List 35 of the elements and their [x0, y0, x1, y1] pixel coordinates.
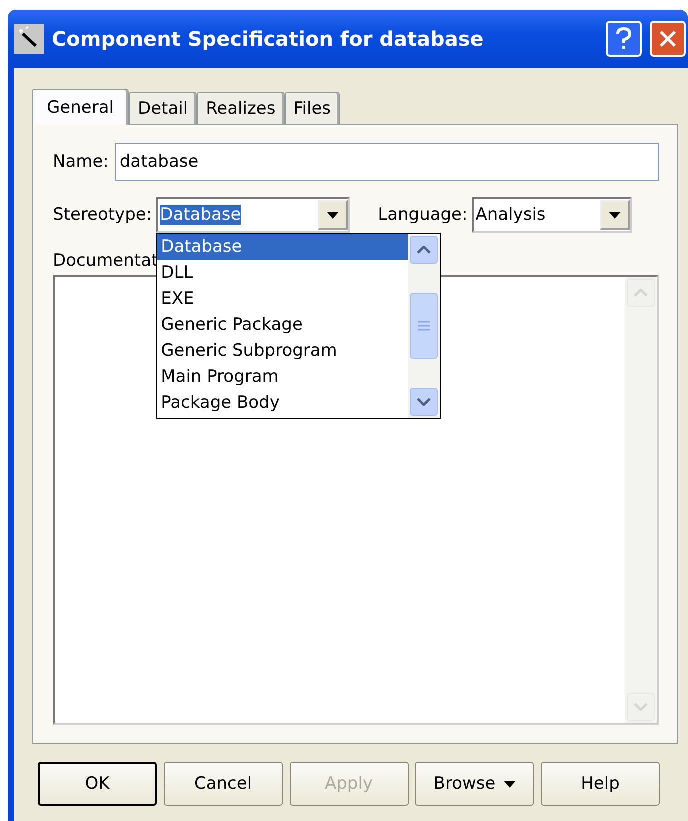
name-label: Name:: [53, 152, 109, 172]
language-value: Analysis: [476, 205, 547, 225]
window-title: Component Specification for database: [52, 27, 485, 51]
tab[interactable]: Detail: [129, 92, 198, 124]
scroll-up-button[interactable]: [410, 236, 438, 264]
caret-icon: [634, 289, 648, 297]
language-label: Language:: [378, 205, 468, 225]
caret-icon: [634, 703, 648, 711]
grip-icon: [418, 321, 430, 331]
stereotype-dropdown[interactable]: Database: [156, 197, 350, 233]
list-option[interactable]: Database: [157, 234, 408, 260]
caret-icon: [417, 246, 432, 254]
language-dropdown[interactable]: Analysis: [472, 197, 632, 233]
dialog-button[interactable]: Cancel: [164, 762, 283, 806]
scroll-thumb[interactable]: [410, 293, 438, 359]
caret-icon: [608, 212, 621, 218]
tab[interactable]: General: [32, 89, 129, 125]
dialog-button[interactable]: Help: [541, 762, 660, 806]
dialog-button[interactable]: OK: [38, 762, 157, 806]
documentation-label: Documentat: [53, 251, 158, 271]
wand-icon: [14, 24, 44, 54]
help-icon[interactable]: [606, 21, 642, 57]
caret-icon: [327, 212, 340, 218]
stereotype-label: Stereotype:: [53, 205, 152, 225]
stereotype-value: Database: [160, 205, 242, 225]
dropdown-button[interactable]: [600, 200, 630, 230]
scroll-down-button[interactable]: [410, 388, 438, 416]
tab[interactable]: Files: [284, 92, 340, 124]
dropdown-button[interactable]: [318, 200, 348, 230]
name-field[interactable]: database: [114, 143, 659, 181]
tab[interactable]: Realizes: [197, 92, 285, 124]
caret-icon: [504, 780, 516, 788]
dialog-button[interactable]: Browse: [415, 762, 534, 806]
close-icon[interactable]: [650, 21, 686, 57]
caret-icon: [417, 398, 432, 406]
